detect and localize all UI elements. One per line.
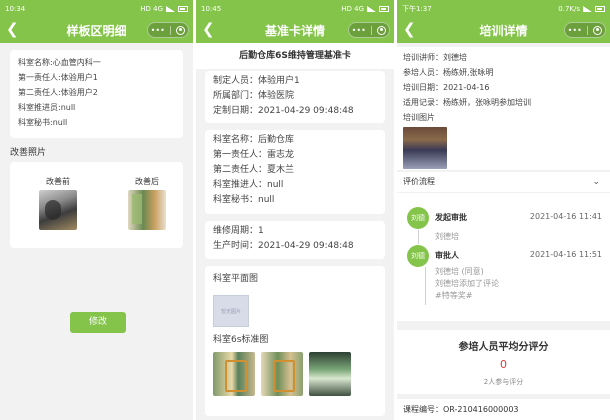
standard-image[interactable]	[309, 352, 351, 396]
score-title: 参培人员平均分评分	[458, 342, 549, 353]
maintenance-card: 维修周期：1 生产时间：2021-04-29 09:48:48	[205, 221, 385, 259]
std-label: 科室6s标准图	[213, 335, 269, 345]
info-line: 适用记录：杨练妍，张咏明参加培训	[403, 98, 531, 107]
course-number: 课程编号：OR-210416000003	[397, 399, 610, 420]
flow-step-title: 审批人	[435, 251, 459, 260]
flow-step-sub: #特等奖#	[435, 291, 473, 300]
info-line: 第二责任人:体验用户2	[18, 88, 98, 97]
info-line: 生产时间：2021-04-29 09:48:48	[213, 241, 354, 251]
mini-program-capsule[interactable]: •••	[147, 22, 189, 38]
flow-step-title: 发起审批	[435, 213, 467, 222]
nav-bar: ❮ 培训详情 •••	[397, 17, 610, 43]
status-bar: 10:34 HD 4G	[0, 0, 193, 17]
section-title: 改善照片	[10, 148, 47, 158]
info-line: 培训讲师：刘德培	[403, 53, 467, 62]
creator-info-card: 制定人员：体验用户1 所属部门：体验医院 定制日期：2021-04-29 09:…	[205, 71, 385, 123]
more-icon[interactable]: •••	[151, 26, 165, 35]
flow-step-sub: 刘德培 (同意)	[435, 267, 484, 276]
nav-bar: ❮ 样板区明细 •••	[0, 17, 193, 43]
signal-icon	[367, 5, 376, 12]
room-info-card: 科室名称：后勤仓库 第一责任人：雷志龙 第二责任人：夏木兰 科室推进人：null…	[205, 130, 385, 214]
after-label: 改善后	[135, 177, 159, 186]
battery-icon	[178, 5, 188, 12]
page-title: 样板区明细	[66, 23, 127, 38]
info-line: 科室名称:心血管内科一	[18, 58, 101, 67]
flow-label: 评价流程	[403, 177, 435, 186]
mini-program-capsule[interactable]: •••	[348, 22, 390, 38]
info-line: 参培人员：杨练妍,张咏明	[403, 68, 494, 77]
before-photo[interactable]	[39, 190, 77, 230]
standard-images-row	[213, 352, 377, 396]
info-line: 科室名称：后勤仓库	[213, 135, 295, 145]
improvement-photos-card: 改善前 改善后	[10, 162, 183, 248]
status-bar: 下午1:37 0.7K/s	[397, 0, 610, 17]
phone-screen-training-detail: 下午1:37 0.7K/s ❮ 培训详情 ••• 培训讲师：刘德培 参培人员：杨…	[397, 0, 610, 420]
chevron-down-icon[interactable]: ⌄	[592, 172, 600, 192]
nav-bar: ❮ 基准卡详情 •••	[196, 17, 394, 43]
status-time: 下午1:37	[402, 4, 432, 13]
flow-step-time: 2021-04-16 11:41	[529, 212, 602, 221]
evaluation-flow-header[interactable]: 评价流程 ⌄	[397, 172, 610, 192]
network-speed: 0.7K/s	[558, 4, 580, 13]
page-title: 基准卡详情	[264, 23, 325, 38]
info-line: 第二责任人：夏木兰	[213, 165, 295, 175]
edit-button[interactable]: 修改	[70, 312, 126, 333]
back-icon[interactable]: ❮	[403, 21, 416, 37]
average-score-card: 参培人员平均分评分 0 2人参与评分	[397, 330, 610, 394]
standard-image[interactable]	[261, 352, 303, 396]
score-value: 0	[500, 358, 507, 371]
battery-icon	[595, 5, 605, 12]
info-line: 科室推进人：null	[213, 180, 284, 190]
status-time: 10:34	[5, 4, 26, 13]
evaluation-flow: 刘德 发起审批 2021-04-16 11:41 刘德培 刘德 审批人 2021…	[397, 193, 610, 321]
room-info-card: 科室名称:心血管内科一 第一责任人:体验用户1 第二责任人:体验用户2 科室推进…	[10, 50, 183, 138]
info-line: 第一责任人：雷志龙	[213, 150, 295, 160]
info-line: 培训图片	[403, 113, 435, 122]
flow-step-time: 2021-04-16 11:51	[529, 250, 602, 259]
mini-program-capsule[interactable]: •••	[564, 22, 606, 38]
info-line: 科室秘书:null	[18, 118, 68, 127]
status-time: 10:45	[201, 4, 222, 13]
close-target-icon[interactable]	[377, 25, 387, 35]
images-card: 科室平面图 暂无图片 科室6s标准图	[205, 266, 385, 416]
info-line: 所属部门：体验医院	[213, 91, 295, 101]
floor-plan-image[interactable]: 暂无图片	[213, 295, 249, 327]
before-photo-group: 改善前	[38, 176, 78, 230]
network-label: HD 4G	[140, 4, 163, 13]
info-line: 制定人员：体验用户1	[213, 76, 300, 86]
info-line: 科室推进员:null	[18, 103, 76, 112]
signal-icon	[583, 5, 592, 12]
signal-icon	[166, 5, 175, 12]
more-icon[interactable]: •••	[568, 26, 582, 35]
avatar: 刘德	[407, 207, 429, 229]
battery-icon	[379, 5, 389, 12]
avatar: 刘德	[407, 245, 429, 267]
status-bar: 10:45 HD 4G	[196, 0, 394, 17]
close-target-icon[interactable]	[593, 25, 603, 35]
flow-step-sub: 刘德培	[435, 232, 459, 241]
plan-label: 科室平面图	[213, 274, 259, 284]
score-participants: 2人参与评分	[483, 378, 524, 386]
info-line: 科室秘书：null	[213, 195, 275, 205]
back-icon[interactable]: ❮	[6, 21, 19, 37]
network-label: HD 4G	[341, 4, 364, 13]
back-icon[interactable]: ❮	[202, 21, 215, 37]
info-line: 定制日期：2021-04-29 09:48:48	[213, 106, 354, 116]
flow-step-sub: 刘德培添加了评论	[435, 279, 499, 288]
more-icon[interactable]: •••	[352, 26, 366, 35]
info-line: 维修周期：1	[213, 226, 264, 236]
card-header: 后勤仓库6S维持管理基准卡	[196, 43, 394, 69]
phone-screen-sample-area-detail: 10:34 HD 4G ❮ 样板区明细 ••• 科室名称:心血管内科一 第一责任…	[0, 0, 193, 420]
close-target-icon[interactable]	[176, 25, 186, 35]
page-title: 培训详情	[479, 23, 528, 38]
training-info-card: 培训讲师：刘德培 参培人员：杨练妍,张咏明 培训日期：2021-04-16 适用…	[397, 47, 610, 170]
info-line: 培训日期：2021-04-16	[403, 83, 490, 92]
training-photo[interactable]	[403, 127, 447, 169]
standard-image[interactable]	[213, 352, 255, 396]
phone-screen-standard-card-detail: 10:45 HD 4G ❮ 基准卡详情 ••• 后勤仓库6S维持管理基准卡 制定…	[196, 0, 394, 420]
before-label: 改善前	[46, 177, 70, 186]
info-line: 第一责任人:体验用户1	[18, 73, 98, 82]
after-photo[interactable]	[128, 190, 166, 230]
after-photo-group: 改善后	[127, 176, 167, 230]
